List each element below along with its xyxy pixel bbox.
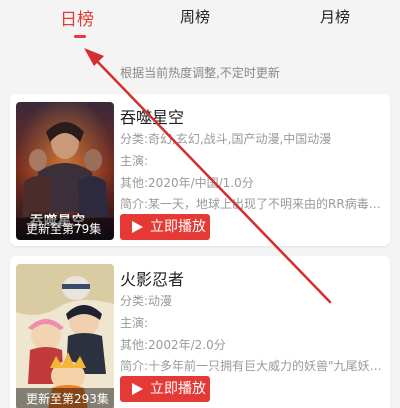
item-intro: 简介:十多年前一只拥有巨大威力的妖兽"九尾妖狐"... — [120, 359, 382, 373]
play-now-button[interactable]: 立即播放 — [120, 376, 210, 402]
episode-badge: 更新至第293集 — [16, 388, 114, 408]
item-title[interactable]: 吞噬星空 — [120, 104, 184, 128]
tab-weekly[interactable]: 周榜 — [180, 6, 210, 32]
poster-art — [16, 264, 114, 408]
item-category: 分类:动漫 — [120, 294, 173, 308]
play-icon — [132, 221, 143, 233]
item-cast: 主演: — [120, 154, 149, 168]
item-category: 分类:奇幻,玄幻,战斗,国产动漫,中国动漫 — [120, 132, 332, 146]
item-other-info: 其他:2002年/2.0分 — [120, 338, 226, 352]
play-now-button[interactable]: 立即播放 — [120, 214, 210, 240]
play-button-label: 立即播放 — [150, 381, 206, 397]
ranking-tabbar: 日榜 周榜 月榜 — [0, 0, 400, 46]
episode-badge: 更新至第79集 — [16, 218, 114, 240]
list-item[interactable]: 更新至第293集 火影忍者 分类:动漫 主演: 其他:2002年/2.0分 简介… — [10, 256, 390, 408]
poster-image[interactable]: 吞噬星空 更新至第79集 — [16, 102, 114, 240]
play-button-label: 立即播放 — [150, 219, 206, 235]
item-cast: 主演: — [120, 316, 149, 330]
item-title[interactable]: 火影忍者 — [120, 266, 184, 290]
play-icon — [132, 383, 143, 395]
list-item[interactable]: 吞噬星空 更新至第79集 吞噬星空 分类:奇幻,玄幻,战斗,国产动漫,中国动漫 … — [10, 94, 390, 246]
tab-daily[interactable]: 日榜 — [60, 5, 94, 31]
item-other-info: 其他:2020年/中国/1.0分 — [120, 176, 254, 190]
item-intro: 简介:某一天，地球上出现了不明来由的RR病毒，将... — [120, 197, 382, 211]
tab-monthly[interactable]: 月榜 — [320, 6, 350, 32]
active-tab-indicator — [74, 35, 86, 38]
ranking-subtitle: 根据当前热度调整,不定时更新 — [120, 66, 280, 80]
poster-image[interactable]: 更新至第293集 — [16, 264, 114, 408]
